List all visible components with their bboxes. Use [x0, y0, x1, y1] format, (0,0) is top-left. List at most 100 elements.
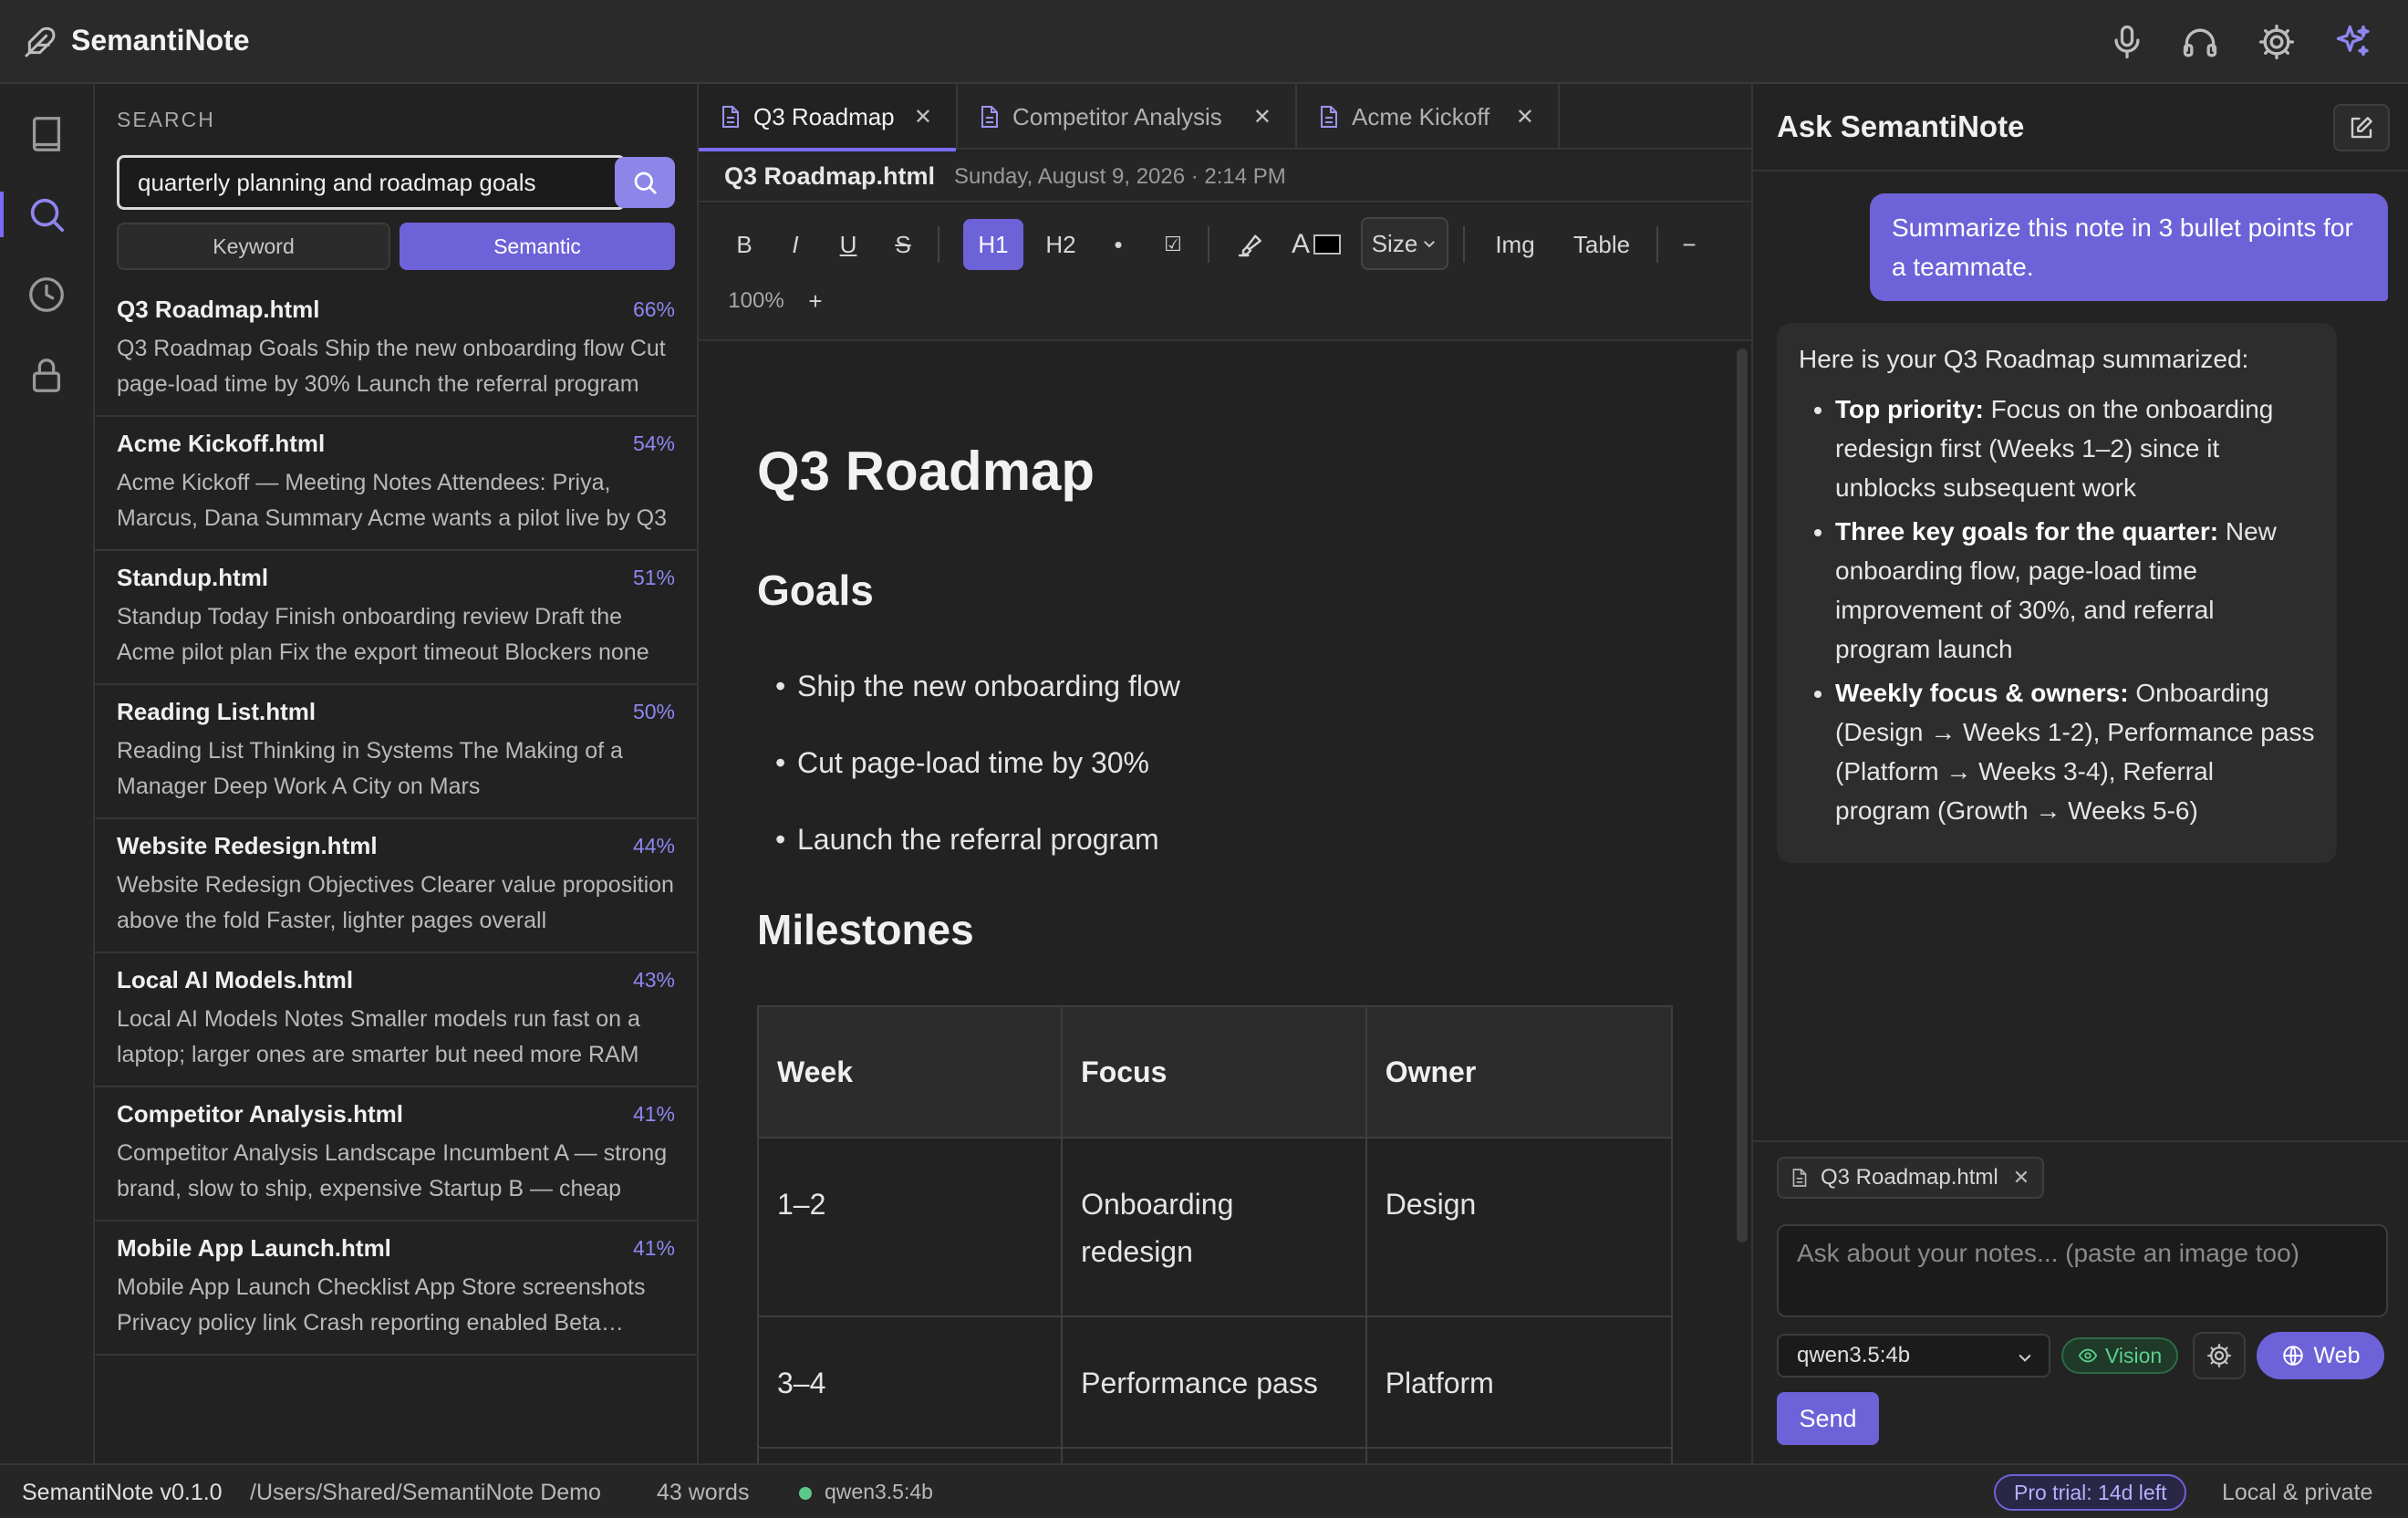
table-cell: Design	[1365, 1137, 1674, 1317]
heading2-button[interactable]: H2	[1031, 219, 1091, 270]
result-title: Mobile App Launch.html	[117, 1234, 391, 1262]
history-clock-icon[interactable]	[26, 274, 67, 316]
model-value: qwen3.5:4b	[1797, 1343, 1911, 1367]
search-result[interactable]: Standup.html 51% Standup Today Finish on…	[95, 551, 697, 685]
vision-label: Vision	[2105, 1343, 2163, 1367]
search-result[interactable]: Acme Kickoff.html 54% Acme Kickoff — Mee…	[95, 417, 697, 551]
result-score: 66%	[632, 297, 675, 321]
search-icon[interactable]	[26, 193, 67, 235]
result-score: 41%	[632, 1102, 675, 1126]
model-status-indicator	[799, 1487, 812, 1500]
checklist-button[interactable]: ☑	[1153, 219, 1193, 270]
document-name: Q3 Roadmap.html	[724, 162, 936, 190]
result-snippet: Local AI Models Notes Smaller models run…	[117, 1006, 640, 1067]
tab-label: Q3 Roadmap	[753, 102, 895, 130]
top-bar: SemantiNote	[0, 0, 2408, 84]
tab-bar: Q3 Roadmap ✕ Competitor Analysis ✕ Acme …	[699, 84, 1751, 151]
vision-toggle[interactable]: Vision	[2061, 1337, 2179, 1374]
close-icon[interactable]: ✕	[1516, 104, 1534, 130]
result-snippet: Q3 Roadmap Goals Ship the new onboarding…	[117, 336, 666, 397]
semantic-mode-button[interactable]: Semantic	[400, 223, 675, 270]
chat-input[interactable]	[1777, 1224, 2388, 1317]
chat-title: Ask SemantiNote	[1777, 109, 2025, 143]
sparkle-ai-icon[interactable]	[2333, 22, 2373, 62]
bold-button[interactable]: B	[724, 219, 764, 270]
new-chat-button[interactable]	[2333, 104, 2390, 151]
user-message: Summarize this note in 3 bullet points f…	[1870, 193, 2388, 301]
search-result[interactable]: Reading List.html 50% Reading List Think…	[95, 685, 697, 819]
search-result[interactable]: Competitor Analysis.html 41% Competitor …	[95, 1087, 697, 1222]
result-snippet: Competitor Analysis Landscape Incumbent …	[117, 1140, 668, 1201]
workspace-path: /Users/Shared/SemantiNote Demo	[250, 1480, 601, 1505]
tab-acme-kickoff[interactable]: Acme Kickoff ✕	[1297, 84, 1560, 150]
model-select[interactable]: qwen3.5:4b	[1777, 1334, 2050, 1378]
zoom-in-button[interactable]: +	[797, 276, 834, 327]
result-title: Acme Kickoff.html	[117, 430, 326, 457]
text-color-button[interactable]: A	[1282, 219, 1350, 270]
search-result[interactable]: Q3 Roadmap.html 66% Q3 Roadmap Goals Shi…	[95, 283, 697, 417]
document-content[interactable]: Q3 Roadmap Goals Ship the new onboarding…	[699, 343, 1729, 1463]
result-title: Q3 Roadmap.html	[117, 296, 320, 323]
table-header-row: Week Focus Owner	[756, 1005, 1674, 1138]
color-swatch	[1313, 234, 1341, 255]
tab-label: Acme Kickoff	[1352, 102, 1490, 130]
close-icon[interactable]: ✕	[1253, 104, 1271, 130]
text-color-label: A	[1291, 229, 1310, 259]
zoom-out-button[interactable]: −	[1671, 219, 1707, 270]
web-label: Web	[2313, 1342, 2361, 1368]
heading1-button[interactable]: H1	[963, 219, 1023, 270]
search-input[interactable]	[117, 155, 626, 210]
lock-icon[interactable]	[26, 354, 67, 396]
table-cell: 3–4	[756, 1315, 1064, 1449]
result-score: 43%	[632, 968, 675, 992]
bullet-heading: Three key goals for the quarter:	[1835, 517, 2219, 546]
table-cell	[1061, 1447, 1367, 1463]
trial-badge[interactable]: Pro trial: 14d left	[1994, 1474, 2187, 1511]
file-icon	[1319, 105, 1339, 129]
milestones-table: Week Focus Owner 1–2 Onboarding redesign…	[756, 1005, 1674, 1463]
highlighter-button[interactable]	[1228, 219, 1273, 270]
chat-settings-button[interactable]	[2193, 1332, 2246, 1379]
result-title: Local AI Models.html	[117, 966, 354, 993]
file-icon	[1791, 1168, 1808, 1188]
bullet-list-button[interactable]: •	[1100, 219, 1137, 270]
italic-button[interactable]: I	[777, 219, 814, 270]
notebook-icon[interactable]	[26, 113, 67, 155]
size-dropdown[interactable]: Size	[1361, 217, 1448, 270]
context-file-chip: Q3 Roadmap.html ✕	[1777, 1157, 2045, 1199]
headphones-icon[interactable]	[2180, 22, 2220, 62]
search-result[interactable]: Website Redesign.html 44% Website Redesi…	[95, 819, 697, 953]
rail-active-indicator	[0, 192, 4, 237]
web-search-toggle[interactable]: Web	[2257, 1332, 2384, 1379]
goals-heading: Goals	[757, 567, 874, 614]
send-button[interactable]: Send	[1777, 1392, 1879, 1445]
editor-panel: Q3 Roadmap ✕ Competitor Analysis ✕ Acme …	[699, 84, 1751, 1463]
search-button[interactable]	[615, 157, 675, 208]
close-icon[interactable]: ✕	[2013, 1166, 2029, 1190]
microphone-icon[interactable]	[2107, 22, 2147, 62]
app-title: SemantiNote	[71, 24, 250, 57]
chat-panel: Ask SemantiNote Summarize this note in 3…	[1751, 84, 2408, 1463]
underline-button[interactable]: U	[828, 219, 868, 270]
table-cell: Platform	[1365, 1315, 1674, 1449]
tab-competitor-analysis[interactable]: Competitor Analysis ✕	[958, 84, 1297, 150]
goal-item: Ship the new onboarding flow	[775, 670, 1180, 703]
close-icon[interactable]: ✕	[914, 104, 932, 130]
table-cell: 1–2	[756, 1137, 1064, 1317]
tab-q3-roadmap[interactable]: Q3 Roadmap ✕	[699, 84, 958, 151]
search-result[interactable]: Local AI Models.html 43% Local AI Models…	[95, 953, 697, 1087]
editor-scrollbar[interactable]	[1737, 348, 1748, 1242]
table-cell	[1365, 1447, 1674, 1463]
assistant-bullet: Three key goals for the quarter: New onb…	[1835, 512, 2315, 669]
document-title: Q3 Roadmap	[757, 441, 1095, 502]
insert-table-button[interactable]: Table	[1558, 219, 1645, 270]
left-rail	[0, 84, 95, 1463]
file-icon	[721, 105, 741, 129]
keyword-mode-button[interactable]: Keyword	[117, 223, 390, 270]
goal-item: Launch the referral program	[775, 823, 1159, 857]
table-header: Owner	[1365, 1005, 1674, 1138]
search-result[interactable]: Mobile App Launch.html 41% Mobile App La…	[95, 1222, 697, 1356]
strikethrough-button[interactable]: S	[883, 219, 923, 270]
insert-image-button[interactable]: Img	[1481, 219, 1549, 270]
settings-gear-icon[interactable]	[2257, 22, 2297, 62]
